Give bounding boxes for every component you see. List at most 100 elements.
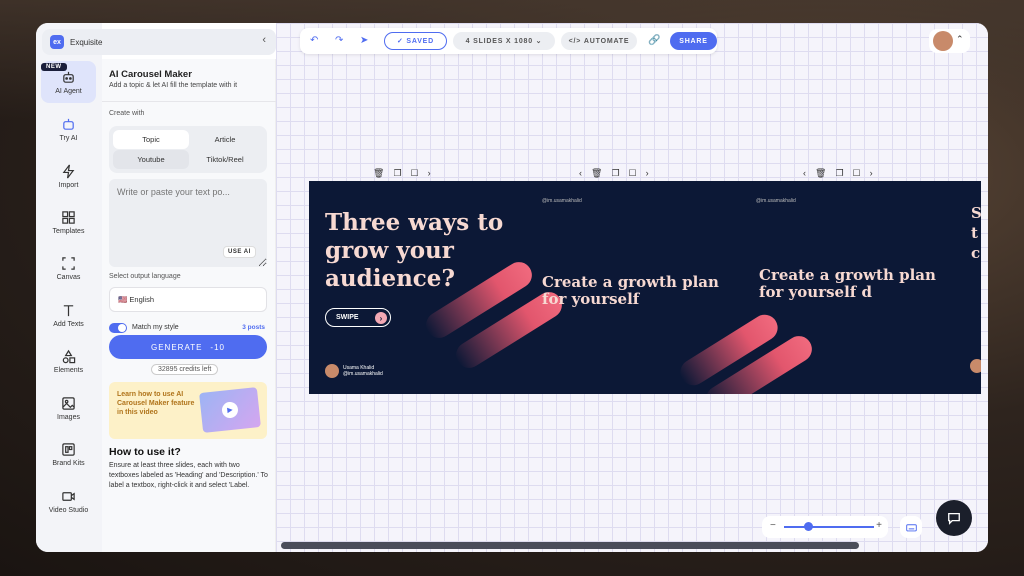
slide-tools: ‹ 🗑 ❐ ☐ › <box>579 168 649 179</box>
chat-button[interactable] <box>936 500 972 536</box>
sidebar-item-brand-kits[interactable]: Brand Kits <box>41 433 96 475</box>
chevron-right-icon[interactable]: › <box>870 168 873 179</box>
delete-icon[interactable]: 🗑 <box>815 168 826 179</box>
sidebar-item-label: Elements <box>53 366 84 374</box>
option-topic[interactable]: Topic <box>113 130 189 149</box>
play-icon: ▶ <box>221 401 239 419</box>
sidebar-item-video-studio[interactable]: Video Studio <box>41 480 96 522</box>
option-youtube[interactable]: Youtube <box>113 150 189 169</box>
howto-description: Ensure at least three slides, each with … <box>109 462 268 489</box>
zoom-in-icon[interactable]: + <box>876 520 882 531</box>
chevron-right-icon[interactable]: › <box>646 168 649 179</box>
collapse-panel-icon[interactable]: ‹ <box>262 34 266 46</box>
sidebar-item-canvas[interactable]: Canvas <box>41 247 96 289</box>
saved-label: SAVED <box>406 37 435 45</box>
duplicate-icon[interactable]: ❐ <box>611 168 619 179</box>
author-badge: Usama Khalid @im.usamakhalid <box>325 364 383 378</box>
chevron-left-icon[interactable]: ‹ <box>579 168 582 179</box>
duplicate-icon[interactable]: ❐ <box>835 168 843 179</box>
horizontal-scrollbar[interactable] <box>281 542 859 549</box>
brand-kit-icon <box>62 442 75 456</box>
avatar <box>933 31 953 51</box>
sidebar-item-label: Images <box>57 413 80 421</box>
sidebar-item-import[interactable]: Import <box>41 155 96 197</box>
zoom-control: − + <box>762 516 888 538</box>
sidebar-item-label: Try AI <box>59 134 78 142</box>
slide-handle: @im.usamakhalid <box>542 198 582 204</box>
sidebar-item-add-texts[interactable]: Add Texts <box>41 294 96 336</box>
generate-label: GENERATE <box>151 342 203 352</box>
use-ai-button[interactable]: USE AI <box>223 246 256 258</box>
redo-icon[interactable]: ↷ <box>335 35 343 46</box>
sidebar-item-try-ai[interactable]: Try AI <box>41 108 96 150</box>
image-icon <box>62 396 75 410</box>
swipe-label: SWIPE <box>336 314 359 321</box>
duplicate-icon[interactable]: ❐ <box>393 168 401 179</box>
swipe-button[interactable]: SWIPE › <box>325 308 391 327</box>
frame-icon[interactable]: ☐ <box>629 168 637 179</box>
carousel-slides[interactable]: Three ways to grow your audience? SWIPE ›… <box>309 181 981 394</box>
zoom-slider-track[interactable] <box>784 526 874 528</box>
pointer-icon[interactable]: ➤ <box>360 35 368 46</box>
delete-icon[interactable]: 🗑 <box>591 168 602 179</box>
frame-icon[interactable]: ☐ <box>853 168 861 179</box>
undo-icon[interactable]: ↶ <box>310 35 318 46</box>
ai-carousel-panel: AI Carousel Maker Add a topic & let AI f… <box>102 59 276 552</box>
robot-icon <box>63 118 74 130</box>
sidebar-item-label: AI Agent <box>55 87 82 95</box>
option-article[interactable]: Article <box>187 130 263 149</box>
new-badge: NEW <box>41 63 67 71</box>
avatar <box>970 359 981 373</box>
slide-heading-partial[interactable]: S t c <box>971 203 981 263</box>
sidebar-item-templates[interactable]: Templates <box>41 201 96 243</box>
generate-button[interactable]: GENERATE -10 <box>109 335 267 359</box>
sidebar-item-label: Import <box>58 181 79 189</box>
keyboard-shortcuts-button[interactable] <box>900 516 922 538</box>
user-menu[interactable]: ⌃ <box>929 29 970 53</box>
slide-heading[interactable]: Three ways to grow your audience? <box>325 209 525 293</box>
language-label: Select output language <box>109 273 181 280</box>
language-select[interactable]: 🇺🇸 English <box>109 287 267 312</box>
slide-heading[interactable]: Create a growth plan for yourself d <box>759 267 939 301</box>
grid-icon <box>62 210 75 224</box>
slides-size-dropdown[interactable]: 4 SLIDES X 1080 ⌄ <box>453 32 555 50</box>
slides-label: 4 SLIDES X 1080 <box>465 37 533 45</box>
sidebar-item-label: Add Texts <box>53 320 84 328</box>
slide-tools: 🗑 ❐ ☐ › <box>373 168 431 179</box>
app-name: Exquisite <box>70 37 103 47</box>
promo-video-card[interactable]: Learn how to use AI Carousel Maker featu… <box>109 382 267 439</box>
generate-cost: -10 <box>210 342 225 352</box>
video-icon <box>62 491 75 501</box>
logo-icon: ex <box>50 35 64 49</box>
design-canvas[interactable]: ↶ ↷ ➤ ✓ SAVED 4 SLIDES X 1080 ⌄ </> AUTO… <box>276 23 988 552</box>
automate-button[interactable]: </> AUTOMATE <box>561 32 637 50</box>
sidebar-item-elements[interactable]: Elements <box>41 340 96 382</box>
expand-icon <box>62 256 75 270</box>
chevron-right-icon[interactable]: › <box>428 168 431 179</box>
zoom-slider-handle[interactable] <box>804 522 813 531</box>
sidebar-item-images[interactable]: Images <box>41 387 96 429</box>
sidebar-item-label: Templates <box>52 227 85 235</box>
match-style-toggle[interactable] <box>109 323 127 333</box>
zoom-out-icon[interactable]: − <box>770 520 776 531</box>
promo-text: Learn how to use AI Carousel Maker featu… <box>117 391 195 416</box>
link-icon[interactable]: 🔗 <box>648 35 660 46</box>
sidebar-rail: AI Agent NEW Try AI Import Templates Can… <box>36 23 102 552</box>
divider <box>102 101 276 102</box>
sidebar-item-label: Canvas <box>56 273 81 281</box>
source-selector: Topic Article Youtube Tiktok/Reel <box>109 126 267 173</box>
create-with-label: Create with <box>109 110 145 117</box>
sidebar-item-label: Video Studio <box>48 506 89 514</box>
option-tiktok[interactable]: Tiktok/Reel <box>187 150 263 169</box>
keyboard-icon <box>905 523 917 531</box>
chevron-left-icon[interactable]: ‹ <box>803 168 806 179</box>
delete-icon[interactable]: 🗑 <box>373 168 384 179</box>
automate-label: AUTOMATE <box>583 37 630 45</box>
arrow-right-icon: › <box>375 312 387 324</box>
credits-badge: 32895 credits left <box>151 364 219 375</box>
share-button[interactable]: SHARE <box>670 32 717 50</box>
frame-icon[interactable]: ☐ <box>411 168 419 179</box>
author-handle: @im.usamakhalid <box>343 371 383 377</box>
slide-heading[interactable]: Create a growth plan for yourself <box>542 274 722 308</box>
saved-button[interactable]: ✓ SAVED <box>384 32 447 50</box>
